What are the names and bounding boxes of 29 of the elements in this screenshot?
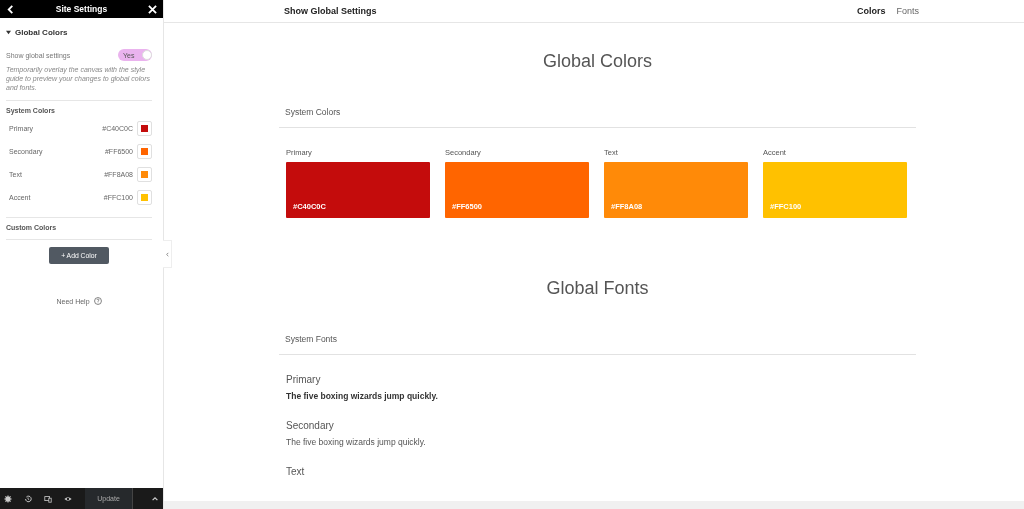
font-label: Primary <box>286 374 322 385</box>
nav-tab[interactable]: Colors <box>856 6 886 16</box>
font-label: Text <box>286 466 306 477</box>
preview-title: Show Global Settings <box>284 6 377 16</box>
section-title: Global Fonts <box>545 278 650 298</box>
help-icon[interactable] <box>93 297 102 306</box>
color-picker[interactable] <box>137 167 152 183</box>
responsive-icon[interactable] <box>44 494 52 503</box>
back-icon[interactable] <box>6 4 15 14</box>
color-picker[interactable] <box>137 144 152 160</box>
caret-icon[interactable] <box>6 30 11 35</box>
section-heading: System Fonts <box>279 334 916 355</box>
chevron-up-icon[interactable] <box>151 494 159 503</box>
scrollbar[interactable] <box>164 501 1024 509</box>
font-sample: The five boxing wizards jump quickly. <box>286 391 439 401</box>
font-label: Secondary <box>286 420 335 431</box>
panel-title: Site Settings <box>55 4 108 14</box>
collapse-handle[interactable] <box>163 240 172 268</box>
section-toggle[interactable]: Global Colors <box>6 26 152 39</box>
color-picker[interactable] <box>137 190 152 206</box>
section-title: Global Colors <box>541 51 653 71</box>
section-heading: System Colors <box>279 107 916 128</box>
settings-icon[interactable] <box>4 494 12 503</box>
eye-icon[interactable] <box>64 494 72 503</box>
history-icon[interactable] <box>24 494 32 503</box>
font-sample: The five boxing wizards jump quickly. <box>286 437 427 447</box>
nav-tab[interactable]: Fonts <box>896 6 919 16</box>
close-icon[interactable] <box>148 4 157 14</box>
color-picker[interactable] <box>137 121 152 137</box>
